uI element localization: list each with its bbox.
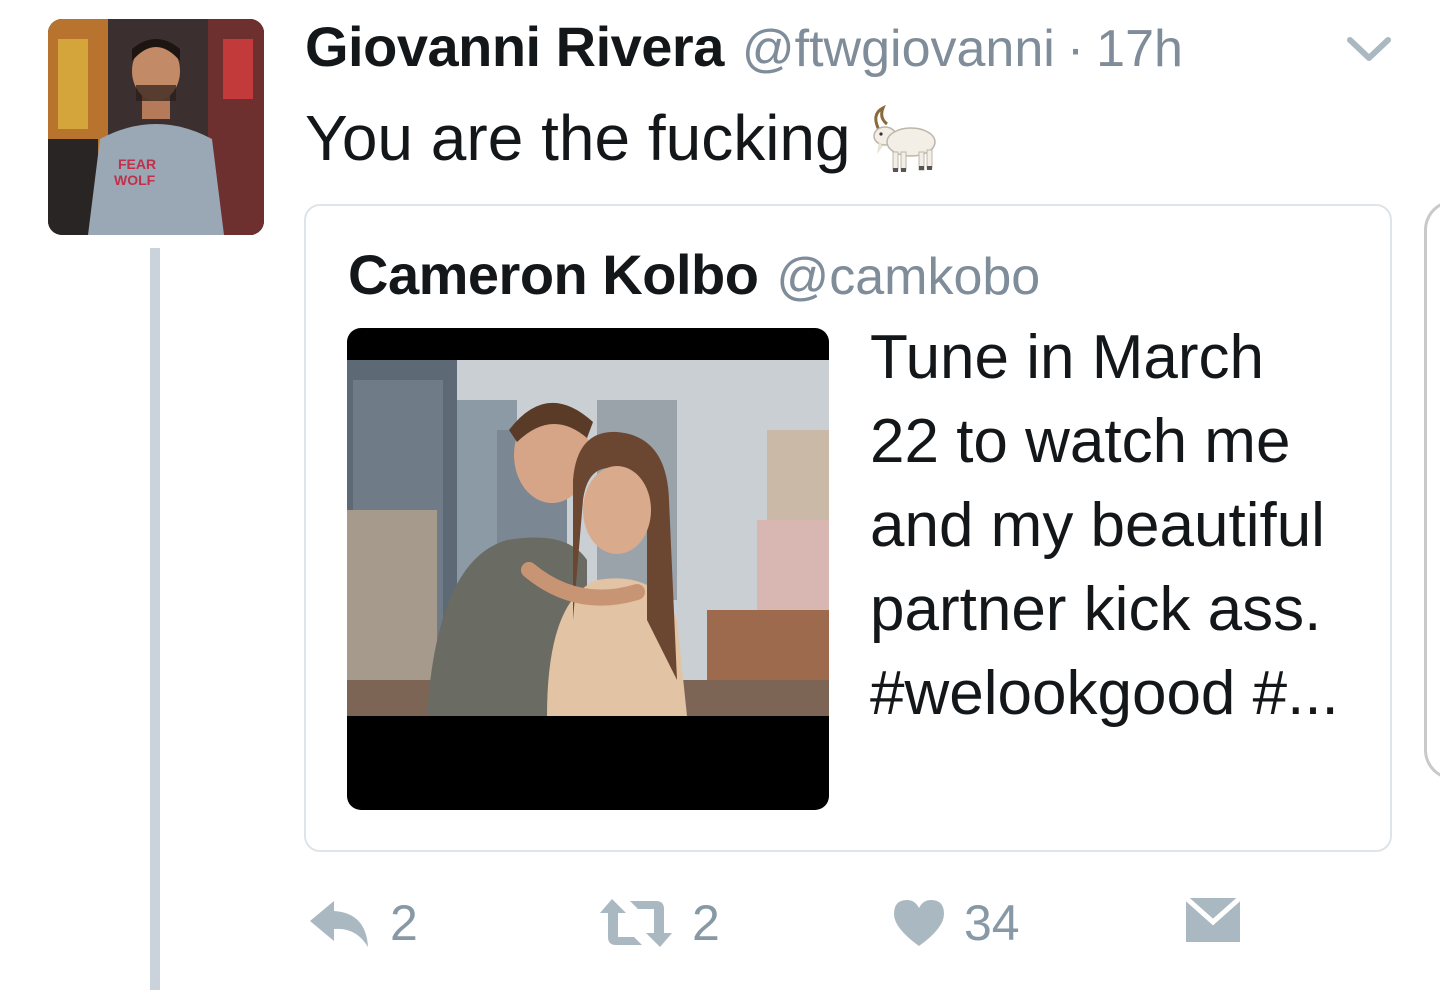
goat-emoji [872,104,936,172]
tweet-text-content: You are the fucking [305,102,851,174]
reply-button[interactable]: 2 [308,894,418,952]
reply-icon [310,901,368,947]
handle[interactable]: @ftwgiovanni [742,19,1055,79]
tweet-actions: 2 2 34 [0,890,1440,960]
quoted-text-line: and my beautiful [870,491,1325,560]
tweet-header: Giovanni Rivera @ftwgiovanni · 17h [305,14,1183,84]
heart-icon [894,900,944,946]
quoted-display-name: Cameron Kolbo [348,243,759,306]
couple-photo [347,360,829,716]
thread-line [150,248,160,990]
tweet-text: You are the fucking [305,100,939,176]
display-name[interactable]: Giovanni Rivera [305,14,724,79]
quoted-text-line: partner kick ass. [870,575,1322,644]
avatar[interactable]: FEAR WOLF [48,19,264,235]
like-count: 34 [964,895,1020,951]
quoted-handle: @camkobo [776,248,1041,306]
svg-text:WOLF: WOLF [114,172,156,188]
quoted-media[interactable] [347,328,829,810]
quoted-text-line: Tune in March [870,323,1264,392]
quoted-tweet-header: Cameron Kolbo @camkobo [348,242,1040,307]
retweet-icon [600,899,672,947]
chevron-down-icon[interactable] [1346,34,1392,66]
timestamp[interactable]: 17h [1096,19,1183,79]
avatar-photo: FEAR WOLF [48,19,264,235]
reply-count: 2 [390,895,418,951]
tweet: FEAR WOLF Giovanni Rivera @ftwgiovanni ·… [0,0,1440,990]
quoted-text-line: #welookgood #... [870,659,1339,728]
like-button[interactable]: 34 [892,894,1020,952]
quoted-text-line: 22 to watch me [870,407,1291,476]
svg-text:FEAR: FEAR [118,156,156,172]
separator-dot: · [1066,20,1085,78]
direct-message-button[interactable] [1184,896,1242,944]
retweet-button[interactable]: 2 [598,894,720,952]
quoted-tweet[interactable]: Cameron Kolbo @camkobo Tune in March 22 … [304,204,1392,852]
envelope-icon [1184,896,1242,942]
adjacent-card-edge [1424,200,1440,780]
retweet-count: 2 [692,895,720,951]
quoted-tweet-text: Tune in March 22 to watch me and my beau… [870,316,1370,736]
